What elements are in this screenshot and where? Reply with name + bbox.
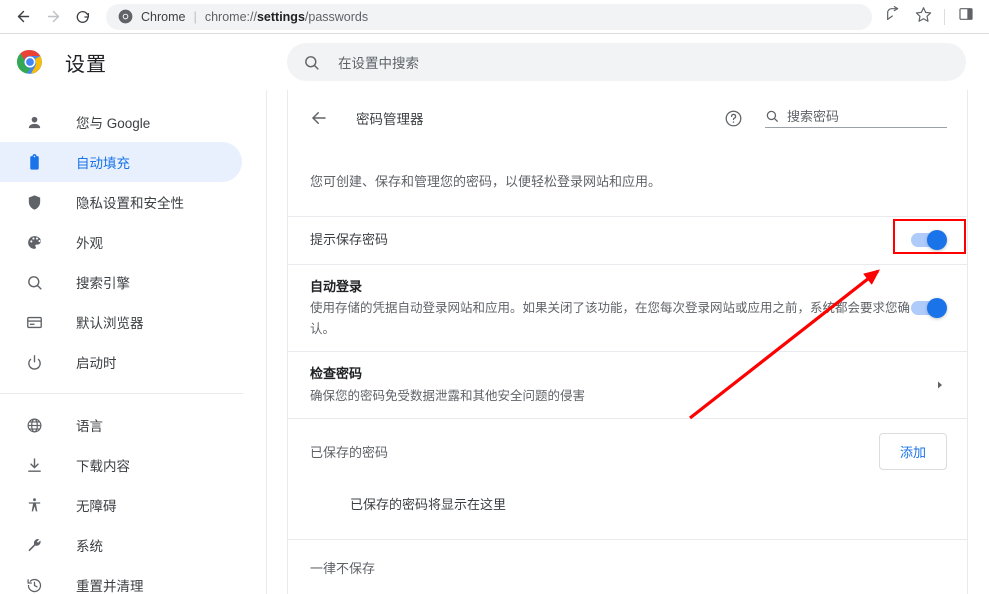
search-icon — [765, 109, 779, 123]
toolbar-actions — [878, 2, 989, 32]
sidebar-item-label: 外观 — [76, 236, 103, 251]
sidebar-item-label: 无障碍 — [76, 499, 117, 514]
chevron-right-icon[interactable] — [935, 380, 945, 390]
settings-header: 设置 在设置中搜索 — [0, 34, 989, 90]
url-suffix: /passwords — [304, 9, 369, 24]
sidebar-item-label: 自动填充 — [76, 156, 130, 171]
auto-signin-description: 使用存储的凭据自动登录网站和应用。如果关闭了该功能，在您每次登录网站或应用之前，… — [310, 301, 911, 336]
page-title: 设置 — [65, 53, 107, 76]
sidebar-item-label: 搜索引擎 — [76, 276, 130, 291]
offer-save-password-row[interactable]: 提示保存密码 — [288, 215, 967, 264]
accessibility-icon — [24, 495, 44, 515]
never-saved-label: 一律不保存 — [288, 539, 967, 594]
toolbar-divider — [944, 8, 945, 25]
back-button[interactable] — [310, 109, 328, 127]
arrow-left-icon — [15, 8, 32, 25]
shield-icon — [24, 192, 44, 212]
power-icon — [24, 352, 44, 372]
globe-icon — [24, 415, 44, 435]
person-icon — [24, 112, 44, 132]
reload-button[interactable] — [68, 2, 98, 32]
sidebar-item-label: 系统 — [76, 539, 103, 554]
password-search-input[interactable]: 搜索密码 — [765, 109, 947, 128]
sidebar-item-label: 重置并清理 — [76, 579, 144, 594]
auto-signin-toggle[interactable] — [911, 297, 947, 318]
sidebar-item-downloads[interactable]: 下载内容 — [0, 445, 242, 485]
offer-save-password-text: 提示保存密码 — [310, 218, 911, 262]
sidebar-item-accessibility[interactable]: 无障碍 — [0, 485, 242, 525]
sidebar-item-on-startup[interactable]: 启动时 — [0, 342, 242, 382]
side-panel-button[interactable] — [951, 2, 981, 32]
offer-save-password-toggle[interactable] — [911, 230, 947, 250]
password-manager-intro: 您可创建、保存和管理您的密码，以便轻松登录网站和应用。 — [310, 174, 662, 189]
help-circle-icon[interactable] — [724, 109, 743, 128]
omnibox-chip-label: Chrome — [141, 9, 186, 24]
password-manager-title: 密码管理器 — [356, 112, 424, 127]
omnibox-url: chrome://settings/passwords — [205, 10, 368, 24]
share-button[interactable] — [878, 2, 908, 32]
auto-signin-row[interactable]: 自动登录 使用存储的凭据自动登录网站和应用。如果关闭了该功能，在您每次登录网站或… — [288, 263, 967, 352]
sidebar-item-languages[interactable]: 语言 — [0, 405, 242, 445]
password-manager-card: 密码管理器 搜索密码 您可创建、保存和管理您的密码，以便轻松登录网站和应用。 提… — [287, 90, 968, 594]
sidebar-item-system[interactable]: 系统 — [0, 525, 242, 565]
main-content: 密码管理器 搜索密码 您可创建、保存和管理您的密码，以便轻松登录网站和应用。 提… — [267, 90, 989, 594]
side-panel-icon — [958, 6, 974, 27]
password-search-placeholder: 搜索密码 — [787, 108, 840, 124]
arrow-right-icon — [45, 8, 62, 25]
sidebar-divider — [0, 393, 243, 394]
palette-icon — [24, 232, 44, 252]
search-icon — [24, 272, 44, 292]
sidebar-item-label: 您与 Google — [76, 116, 151, 131]
share-icon — [885, 6, 901, 27]
history-icon — [24, 575, 44, 594]
settings-search-input[interactable]: 在设置中搜索 — [287, 43, 966, 81]
sidebar-item-label: 语言 — [76, 419, 103, 434]
search-icon — [303, 54, 320, 71]
sidebar-item-label: 隐私设置和安全性 — [76, 196, 184, 211]
offer-save-password-title: 提示保存密码 — [310, 232, 389, 248]
check-passwords-text: 检查密码 确保您的密码免受数据泄露和其他安全问题的侵害 — [310, 352, 923, 418]
check-passwords-row[interactable]: 检查密码 确保您的密码免受数据泄露和其他安全问题的侵害 — [288, 351, 967, 418]
reload-icon — [75, 9, 91, 25]
download-icon — [24, 455, 44, 475]
sidebar-item-you-and-google[interactable]: 您与 Google — [0, 102, 242, 142]
toggle-knob — [927, 297, 947, 318]
omnibox-separator: | — [193, 9, 197, 24]
password-manager-header: 密码管理器 搜索密码 — [288, 90, 967, 146]
address-bar[interactable]: Chrome | chrome://settings/passwords — [106, 3, 872, 30]
saved-passwords-label: 已保存的密码 — [310, 445, 389, 461]
sidebar-item-search-engine[interactable]: 搜索引擎 — [0, 262, 242, 302]
chrome-logo-icon — [118, 9, 133, 24]
forward-button[interactable] — [38, 2, 68, 32]
sidebar-item-default-browser[interactable]: 默认浏览器 — [0, 302, 242, 342]
settings-search-placeholder: 在设置中搜索 — [338, 56, 419, 71]
auto-signin-title: 自动登录 — [310, 278, 363, 294]
saved-passwords-header: 已保存的密码 添加 — [288, 418, 967, 484]
bookmark-button[interactable] — [908, 2, 938, 32]
clipboard-icon — [24, 152, 44, 172]
star-icon — [915, 6, 932, 28]
sidebar-item-label: 启动时 — [76, 356, 117, 371]
settings-sidebar: 您与 Google 自动填充 隐私设置和安全性 外观 搜索引擎 默认浏览器 启动… — [0, 90, 267, 594]
sidebar-item-appearance[interactable]: 外观 — [0, 222, 242, 262]
auto-signin-text: 自动登录 使用存储的凭据自动登录网站和应用。如果关闭了该功能，在您每次登录网站或… — [310, 265, 911, 352]
add-password-button[interactable]: 添加 — [878, 433, 947, 471]
sidebar-item-privacy-and-security[interactable]: 隐私设置和安全性 — [0, 182, 242, 222]
wrench-icon — [24, 535, 44, 555]
sidebar-item-autofill[interactable]: 自动填充 — [0, 142, 242, 182]
browser-icon — [24, 312, 44, 332]
toggle-knob — [927, 230, 947, 250]
check-passwords-description: 确保您的密码免受数据泄露和其他安全问题的侵害 — [310, 388, 586, 403]
sidebar-item-reset-and-cleanup[interactable]: 重置并清理 — [0, 565, 242, 594]
url-prefix: chrome:// — [204, 9, 257, 24]
chrome-logo-icon — [16, 49, 43, 75]
url-bold-segment: settings — [256, 9, 305, 24]
browser-toolbar: Chrome | chrome://settings/passwords — [0, 0, 989, 34]
check-passwords-title: 检查密码 — [310, 366, 363, 382]
saved-passwords-empty-message: 已保存的密码将显示在这里 — [350, 497, 507, 513]
sidebar-item-label: 默认浏览器 — [76, 316, 144, 331]
back-button[interactable] — [8, 2, 38, 32]
sidebar-item-label: 下载内容 — [76, 459, 130, 474]
